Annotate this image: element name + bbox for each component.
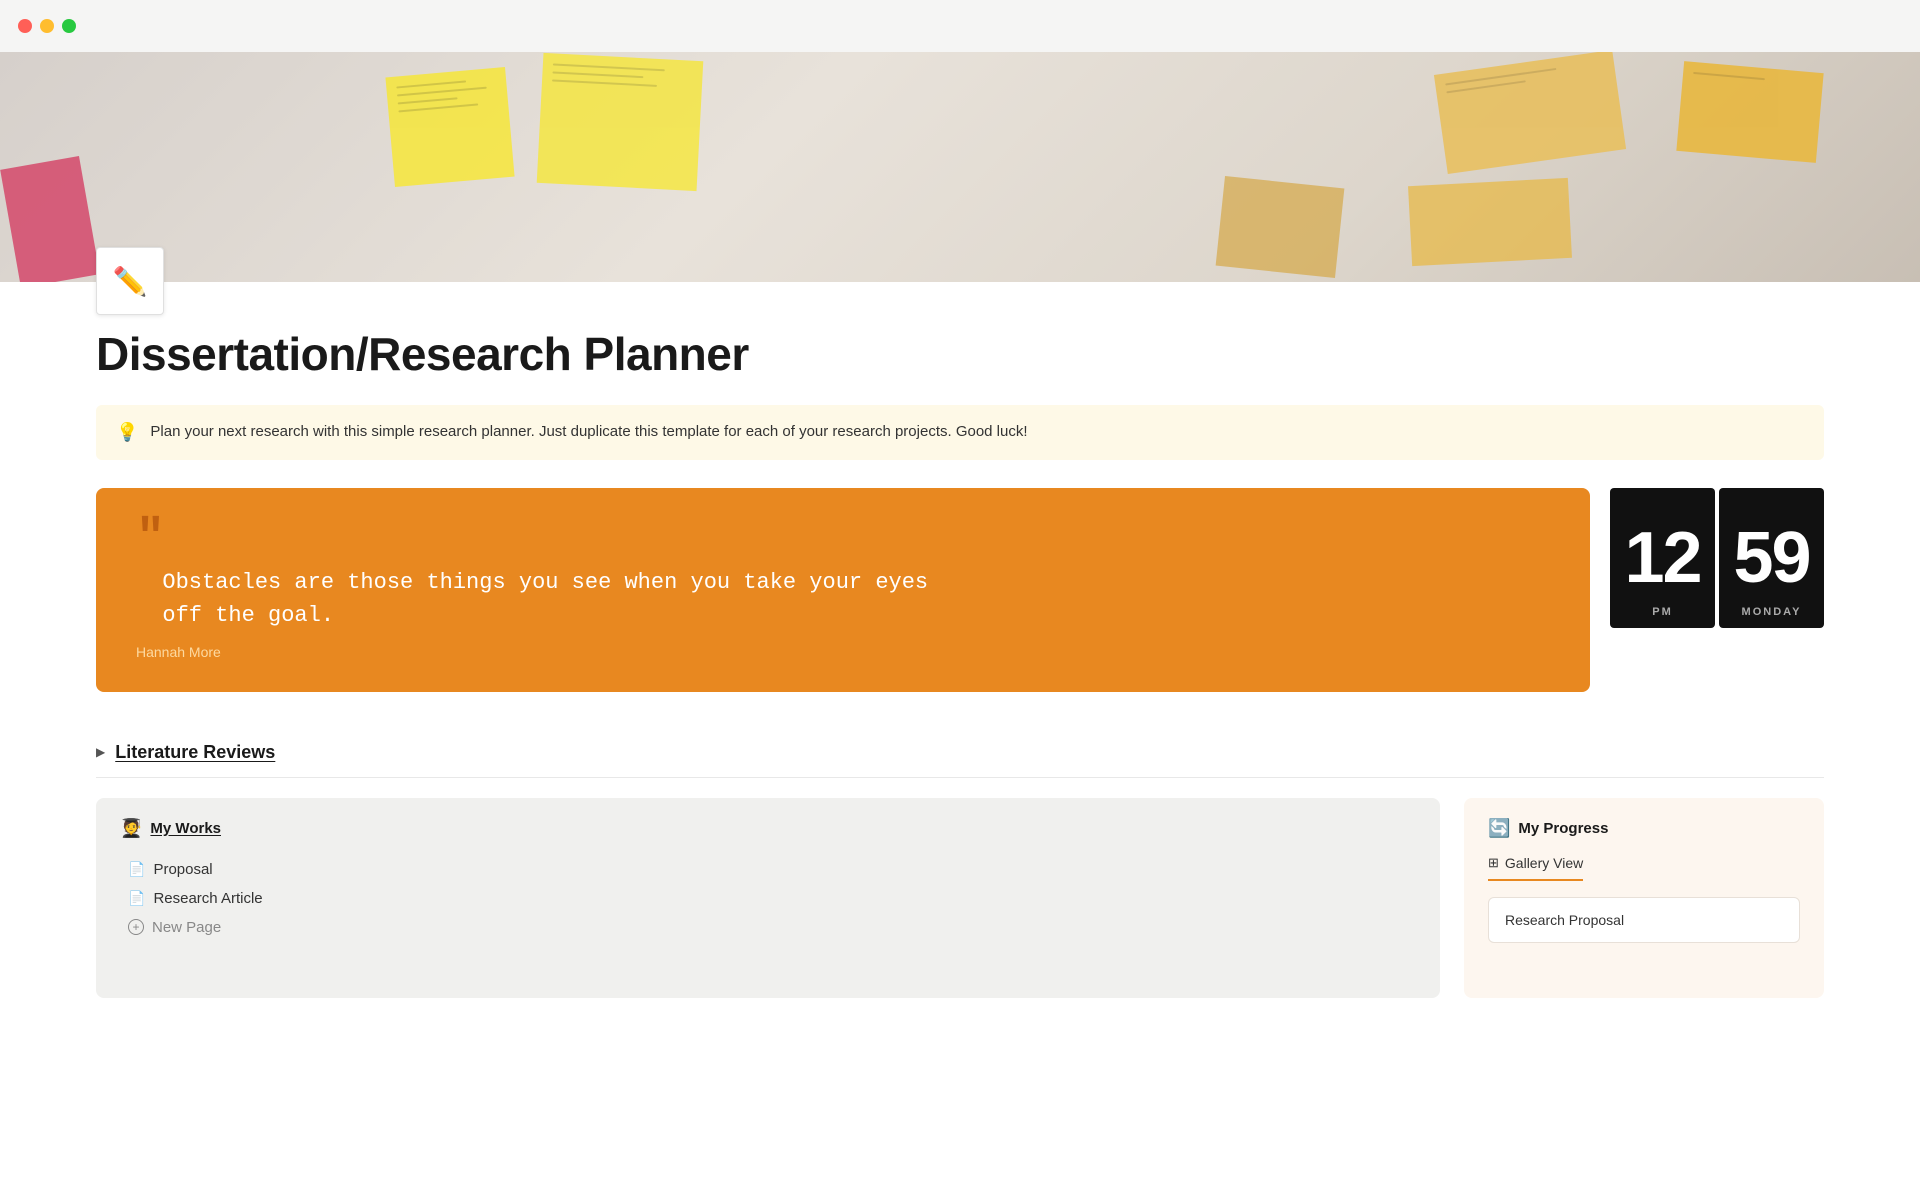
page-title: Dissertation/Research Planner <box>96 327 1824 381</box>
clock-minute-number: 59 <box>1733 522 1809 594</box>
sticky-note-yellow-2 <box>537 53 704 191</box>
quote-author: Hannah More <box>136 644 1550 660</box>
two-col-layout: 🧑‍🎓 My Works 📄 Proposal 📄 Research Artic… <box>96 798 1824 998</box>
maximize-button[interactable] <box>62 19 76 33</box>
clock-day-label: MONDAY <box>1742 606 1802 618</box>
sticky-note-orange-2 <box>1676 61 1823 163</box>
proposal-icon: 📄 <box>128 861 145 878</box>
research-proposal-card[interactable]: Research Proposal <box>1488 897 1800 943</box>
main-content: Dissertation/Research Planner 💡 Plan you… <box>0 327 1920 998</box>
sticky-note-orange-3 <box>1408 178 1572 266</box>
titlebar <box>0 0 1920 52</box>
section-title: Literature Reviews <box>115 742 275 763</box>
research-article-icon: 📄 <box>128 890 145 907</box>
progress-title: My Progress <box>1518 820 1608 837</box>
work-item-proposal[interactable]: 📄 Proposal <box>120 855 1416 884</box>
callout-icon: 💡 <box>116 422 138 443</box>
clock-block: 12 PM 59 MONDAY <box>1610 488 1824 692</box>
new-page-item[interactable]: + New Page <box>120 913 1416 942</box>
quote-marks: " <box>136 520 1550 558</box>
sticky-note-pink <box>0 156 100 282</box>
proposal-label: Proposal <box>153 861 212 878</box>
page-icon-emoji: ✏️ <box>113 265 148 298</box>
gallery-tab-label: Gallery View <box>1505 855 1583 871</box>
research-article-label: Research Article <box>153 890 262 907</box>
quote-clock-row: " Obstacles are those things you see whe… <box>96 488 1824 692</box>
sticky-note-yellow-1 <box>385 67 514 187</box>
clock-display: 12 PM 59 MONDAY <box>1610 488 1824 628</box>
gallery-view-tab[interactable]: ⊞ Gallery View <box>1488 855 1583 881</box>
clock-hour: 12 PM <box>1610 488 1715 628</box>
quote-text: Obstacles are those things you see when … <box>136 566 1550 632</box>
callout-text: Plan your next research with this simple… <box>150 421 1027 444</box>
my-works-panel: 🧑‍🎓 My Works 📄 Proposal 📄 Research Artic… <box>96 798 1440 998</box>
new-page-label: New Page <box>152 919 221 936</box>
clock-hour-number: 12 <box>1624 522 1700 594</box>
hero-banner <box>0 52 1920 282</box>
page-icon: ✏️ <box>96 247 164 315</box>
sticky-note-orange-4 <box>1216 176 1345 278</box>
sticky-note-orange-1 <box>1434 52 1626 174</box>
sticky-notes-bg <box>0 52 1920 282</box>
work-item-research-article[interactable]: 📄 Research Article <box>120 884 1416 913</box>
gallery-tab-icon: ⊞ <box>1488 855 1499 871</box>
minimize-button[interactable] <box>40 19 54 33</box>
my-progress-panel: 🔄 My Progress ⊞ Gallery View Research Pr… <box>1464 798 1824 998</box>
section-literature-reviews[interactable]: ▶ Literature Reviews <box>96 728 1824 778</box>
clock-period-label: PM <box>1652 606 1673 618</box>
section-arrow-icon: ▶ <box>96 745 105 759</box>
my-works-header: 🧑‍🎓 My Works <box>120 818 1416 839</box>
callout-block: 💡 Plan your next research with this simp… <box>96 405 1824 460</box>
progress-icon: 🔄 <box>1488 818 1510 839</box>
close-button[interactable] <box>18 19 32 33</box>
my-works-icon: 🧑‍🎓 <box>120 818 142 839</box>
new-page-plus-icon: + <box>128 919 144 935</box>
research-proposal-label: Research Proposal <box>1505 912 1624 928</box>
quote-block: " Obstacles are those things you see whe… <box>96 488 1590 692</box>
my-progress-header: 🔄 My Progress <box>1488 818 1800 839</box>
clock-minute: 59 MONDAY <box>1719 488 1824 628</box>
my-works-title[interactable]: My Works <box>150 820 221 837</box>
